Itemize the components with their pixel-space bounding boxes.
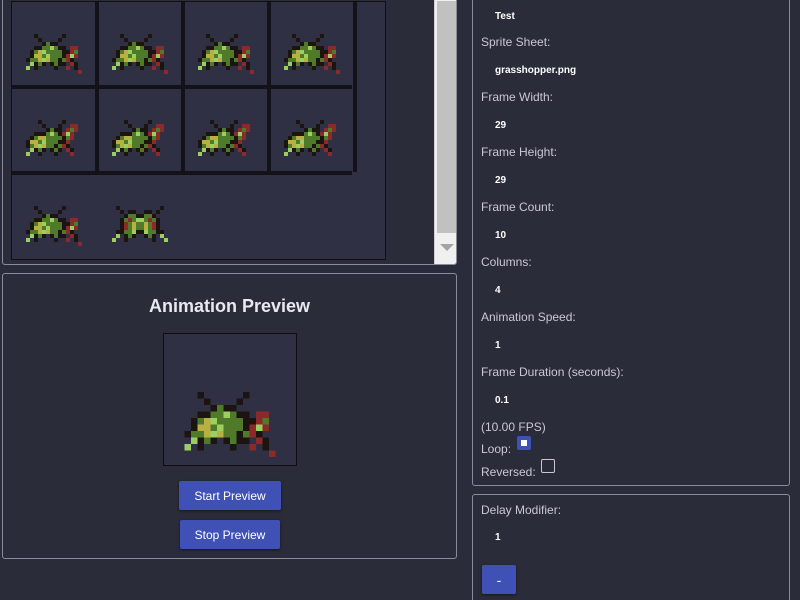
grasshopper-sprite-icon	[284, 120, 336, 156]
sprite-frame-6[interactable]	[184, 88, 268, 172]
grasshopper-sprite-icon	[26, 120, 78, 156]
frame-count-label: Frame Count:	[481, 200, 555, 214]
grid-line	[12, 85, 352, 89]
columns-label: Columns:	[481, 255, 532, 269]
grasshopper-sprite-icon	[112, 206, 168, 242]
delay-modifier-value[interactable]: 1	[495, 532, 501, 543]
preview-title: Animation Preview	[148, 296, 311, 316]
grasshopper-sprite-icon	[198, 120, 250, 156]
stop-preview-button[interactable]: Stop Preview	[180, 520, 280, 549]
grasshopper-sprite-icon	[112, 120, 164, 156]
sprite-frame-5[interactable]	[98, 88, 182, 172]
fps-readout: (10.00 FPS)	[481, 420, 546, 434]
sprite-frame-9[interactable]	[98, 174, 182, 258]
animation-preview-panel: Animation Preview Start Preview Stop Pre…	[2, 273, 457, 559]
frame-duration-value[interactable]: 0.1	[495, 395, 509, 406]
frame-count-value[interactable]: 10	[495, 230, 506, 241]
sprite-frame-7[interactable]	[270, 88, 354, 172]
reversed-checkbox[interactable]	[541, 459, 555, 473]
name-value[interactable]: Test	[495, 11, 515, 22]
app-root: Animation Preview Start Preview Stop Pre…	[0, 0, 800, 600]
sprite-frame-10[interactable]	[184, 174, 268, 258]
scrollbar-thumb[interactable]	[437, 1, 456, 233]
grasshopper-sprite-icon	[284, 34, 340, 74]
sprite-sheet-value[interactable]: grasshopper.png	[495, 65, 576, 76]
grasshopper-sprite-icon	[112, 34, 168, 74]
sprite-frame-3[interactable]	[270, 2, 354, 86]
sprite-sheet-panel	[2, 0, 457, 265]
sprite-frame-0[interactable]	[12, 2, 96, 86]
grid-line	[12, 171, 352, 175]
grasshopper-sprite-icon	[198, 34, 254, 74]
frame-height-value[interactable]: 29	[495, 175, 506, 186]
sprite-frame-1[interactable]	[98, 2, 182, 86]
sprite-sheet-view[interactable]	[11, 1, 386, 260]
properties-panel: Test Sprite Sheet: grasshopper.png Frame…	[472, 0, 790, 486]
reversed-label: Reversed:	[481, 465, 536, 479]
grasshopper-sprite-icon	[26, 34, 82, 74]
animation-speed-value[interactable]: 1	[495, 340, 501, 351]
preview-sprite-icon	[184, 392, 276, 457]
frame-width-value[interactable]: 29	[495, 120, 506, 131]
decrease-delay-button[interactable]: -	[482, 565, 516, 594]
grid-line	[353, 2, 357, 172]
frame-width-label: Frame Width:	[481, 90, 554, 104]
scroll-down-arrow-icon[interactable]	[440, 244, 454, 251]
loop-label: Loop:	[481, 442, 512, 456]
start-preview-button[interactable]: Start Preview	[179, 481, 281, 510]
preview-frame	[163, 333, 297, 466]
sprite-frame-2[interactable]	[184, 2, 268, 86]
frame-duration-label: Frame Duration (seconds):	[481, 365, 624, 379]
sprite-frame-11[interactable]	[270, 174, 354, 258]
delay-panel: Delay Modifier: 1 -	[472, 494, 790, 600]
frame-height-label: Frame Height:	[481, 145, 558, 159]
sheet-scrollbar[interactable]	[434, 0, 456, 264]
delay-modifier-label: Delay Modifier:	[481, 503, 562, 517]
columns-value[interactable]: 4	[495, 285, 501, 296]
loop-checkbox[interactable]	[517, 436, 531, 450]
grasshopper-sprite-icon	[26, 206, 82, 246]
sprite-frame-8[interactable]	[12, 174, 96, 258]
sprite-sheet-label: Sprite Sheet:	[481, 35, 551, 49]
animation-speed-label: Animation Speed:	[481, 310, 576, 324]
sprite-frame-4[interactable]	[12, 88, 96, 172]
